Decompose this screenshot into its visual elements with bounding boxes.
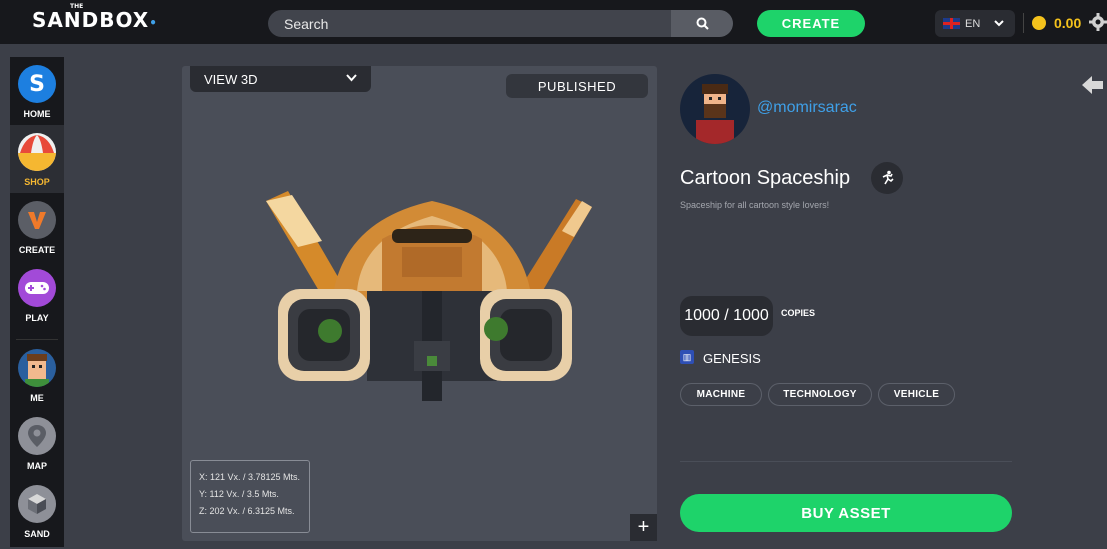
nav-shop[interactable]: SHOP	[10, 125, 64, 193]
copies-label: COPIES	[781, 308, 816, 318]
asset-description: Spaceship for all cartoon style lovers!	[680, 200, 830, 210]
uk-flag-icon	[943, 18, 960, 29]
running-figure-icon	[882, 170, 894, 185]
create-button[interactable]: CREATE	[757, 10, 865, 37]
nav-home-label: HOME	[23, 109, 51, 119]
nav-create[interactable]: CREATE	[10, 193, 64, 261]
tag-technology[interactable]: TECHNOLOGY	[768, 383, 872, 406]
creator-avatar[interactable]	[680, 74, 750, 144]
collection-icon: ▥	[680, 350, 694, 364]
animated-badge	[871, 162, 903, 194]
dimension-x: X: 121 Vx. / 3.78125 Mts.	[199, 472, 301, 482]
dimension-y: Y: 112 Vx. / 3.5 Mts.	[199, 489, 279, 499]
gear-icon[interactable]	[1089, 12, 1107, 32]
nav-play-label: PLAY	[25, 313, 49, 323]
create-v-icon	[18, 201, 56, 239]
nav-home[interactable]: S HOME	[10, 57, 64, 125]
dimensions-panel: X: 121 Vx. / 3.78125 Mts. Y: 112 Vx. / 3…	[190, 460, 310, 533]
language-code: EN	[965, 17, 981, 30]
search-button[interactable]	[671, 10, 733, 37]
gamepad-icon	[18, 269, 56, 307]
sandbox-s-icon: S	[18, 65, 56, 103]
nav-sand[interactable]: SAND	[10, 477, 64, 545]
view-mode-label: VIEW 3D	[204, 71, 258, 87]
nav-create-label: CREATE	[18, 245, 56, 255]
nav-play[interactable]: PLAY	[10, 261, 64, 329]
logo-text: SANDBOX	[32, 8, 150, 32]
nav-shop-label: SHOP	[24, 177, 50, 187]
top-bar: THE SANDBOX• Search CREATE EN 0.00	[0, 0, 1107, 44]
asset-3d-viewer[interactable]: VIEW 3D PUBLISHED X: 121 Vx. / 3.78125 M…	[182, 66, 657, 541]
buy-asset-button[interactable]: BUY ASSET	[680, 494, 1012, 532]
copies-count: 1000 / 1000	[680, 296, 773, 336]
divider	[16, 339, 58, 340]
search-input[interactable]: Search	[284, 16, 328, 32]
spaceship-model[interactable]	[262, 181, 602, 411]
tag-machine[interactable]: MACHINE	[680, 383, 762, 406]
nav-me-label: ME	[30, 393, 44, 403]
search-bar[interactable]: Search	[268, 10, 733, 37]
nav-sand-label: SAND	[24, 529, 50, 539]
tag-vehicle[interactable]: VEHICLE	[878, 383, 955, 406]
status-badge: PUBLISHED	[506, 74, 648, 98]
view-mode-dropdown[interactable]: VIEW 3D	[190, 66, 371, 92]
divider	[1023, 13, 1024, 33]
map-pin-icon	[18, 417, 56, 455]
collection-name[interactable]: GENESIS	[703, 351, 761, 366]
search-icon	[696, 17, 709, 30]
asset-title: Cartoon Spaceship	[680, 167, 851, 189]
nav-me[interactable]: ME	[10, 341, 64, 409]
nav-map[interactable]: MAP	[10, 409, 64, 477]
avatar-icon	[18, 349, 56, 387]
sandbox-logo[interactable]: THE SANDBOX•	[32, 3, 158, 32]
zoom-in-button[interactable]: +	[630, 514, 657, 541]
chevron-down-icon	[994, 20, 1004, 27]
language-selector[interactable]: EN	[935, 10, 1015, 37]
logo-super-text: THE	[70, 3, 84, 10]
shop-awning-icon	[18, 133, 56, 171]
dimension-z: Z: 202 Vx. / 6.3125 Mts.	[199, 506, 295, 516]
logo-dot: •	[149, 16, 158, 30]
sand-cube-icon	[18, 485, 56, 523]
wallet-balance[interactable]: 0.00	[1054, 15, 1081, 31]
side-nav: S HOME SHOP CREATE PLAY ME MAP SAND	[10, 57, 64, 547]
nav-map-label: MAP	[27, 461, 47, 471]
chevron-down-icon	[346, 74, 357, 82]
divider	[680, 461, 1012, 462]
creator-username[interactable]: @momirsarac	[757, 99, 857, 117]
back-arrow-icon[interactable]	[1082, 76, 1104, 94]
sand-coin-icon	[1032, 16, 1046, 30]
